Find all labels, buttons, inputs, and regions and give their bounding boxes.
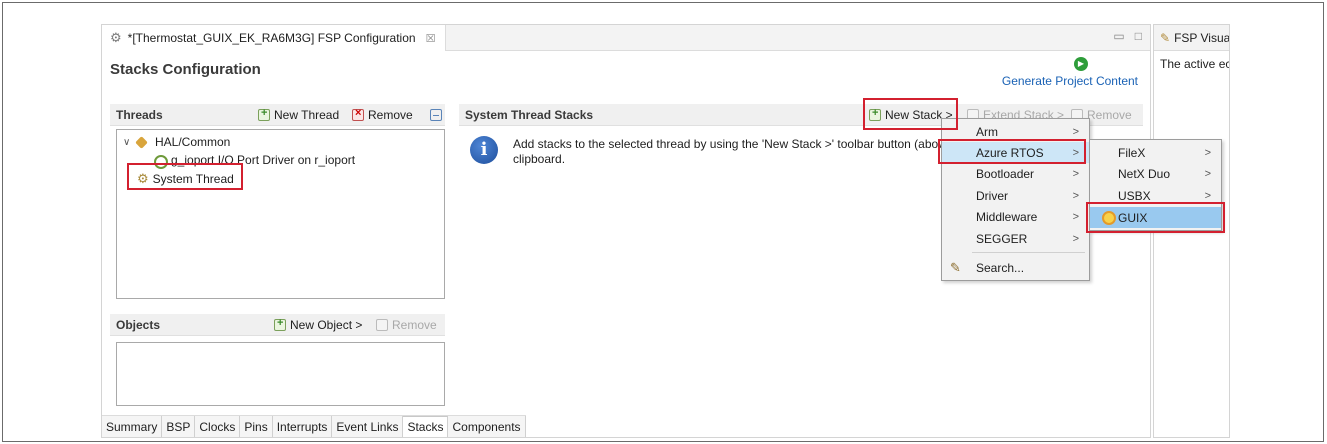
objects-list <box>116 342 445 406</box>
menu-item-filex[interactable]: FileX > <box>1090 142 1221 163</box>
menu-item-netx-duo[interactable]: NetX Duo > <box>1090 163 1221 184</box>
remove-thread-label: Remove <box>368 107 413 122</box>
plug-icon: ✎ <box>950 259 961 275</box>
chevron-right-icon: > <box>1072 232 1079 245</box>
page-title: Stacks Configuration <box>110 61 261 78</box>
tree-item-hal-common[interactable]: ∨ HAL/Common <box>123 135 230 149</box>
new-object-button[interactable]: New Object > <box>274 317 363 332</box>
fsp-visualization-tab-label: FSP Visua <box>1174 30 1230 45</box>
menu-item-label: FileX <box>1118 145 1146 160</box>
tab-clocks[interactable]: Clocks <box>195 416 241 437</box>
tab-stacks[interactable]: Stacks <box>403 416 449 437</box>
minimize-button[interactable]: ▭ <box>1113 29 1124 43</box>
threads-title: Threads <box>116 107 163 122</box>
stacks-info-line-2: clipboard. <box>513 152 566 166</box>
stacks-title: System Thread Stacks <box>465 107 594 122</box>
tab-summary[interactable]: Summary <box>102 416 163 437</box>
highlight-guix <box>1086 202 1225 233</box>
wrench-icon: ✎ <box>1160 30 1171 45</box>
menu-item-segger[interactable]: SEGGER > <box>942 228 1089 249</box>
new-thread-button[interactable]: New Thread <box>258 107 340 122</box>
tree-item-label: HAL/Common <box>155 135 231 149</box>
gear-icon: ⚙ <box>110 30 122 45</box>
menu-item-label: SEGGER <box>976 231 1028 246</box>
menu-separator <box>972 252 1085 253</box>
menu-item-label: Search... <box>976 260 1025 275</box>
add-icon <box>274 317 286 331</box>
editor-tab-title: *[Thermostat_GUIX_EK_RA6M3G] FSP Configu… <box>127 31 416 45</box>
fsp-visualization-tab[interactable]: ✎ FSP Visua <box>1154 25 1229 51</box>
tab-pins[interactable]: Pins <box>240 416 273 437</box>
chevron-right-icon: > <box>1072 210 1079 223</box>
tab-bsp[interactable]: BSP <box>162 416 196 437</box>
chevron-right-icon: > <box>1204 189 1211 202</box>
remove-thread-button[interactable]: Remove <box>352 107 413 122</box>
page-header: Stacks Configuration ▶ Generate Project … <box>102 52 1150 102</box>
menu-item-driver[interactable]: Driver > <box>942 185 1089 206</box>
remove-icon <box>352 107 364 121</box>
threads-header: Threads New Thread Remove <box>110 104 445 126</box>
highlight-azure-rtos <box>938 139 1086 164</box>
info-icon: i <box>470 136 498 164</box>
chevron-down-icon[interactable]: ∨ <box>123 137 133 148</box>
editor-tab-bar: ⚙ *[Thermostat_GUIX_EK_RA6M3G] FSP Confi… <box>102 25 1150 51</box>
new-thread-label: New Thread <box>274 107 340 122</box>
bottom-tab-bar: Summary BSP Clocks Pins Interrupts Event… <box>102 415 526 437</box>
tab-event-links[interactable]: Event Links <box>332 416 404 437</box>
maximize-button[interactable]: □ <box>1135 29 1142 43</box>
menu-item-middleware[interactable]: Middleware > <box>942 206 1089 227</box>
hal-icon <box>137 136 151 148</box>
chevron-right-icon: > <box>1072 125 1079 138</box>
play-icon[interactable]: ▶ <box>1074 57 1088 71</box>
tab-components[interactable]: Components <box>448 416 526 437</box>
collapse-all-icon[interactable] <box>430 108 442 121</box>
remove-icon <box>376 318 388 331</box>
add-icon <box>258 107 270 121</box>
stacks-info-line-1: Add stacks to the selected thread by usi… <box>513 137 951 151</box>
menu-item-label: USBX <box>1118 188 1151 203</box>
remove-stack-label: Remove <box>1087 107 1132 122</box>
editor-tab[interactable]: ⚙ *[Thermostat_GUIX_EK_RA6M3G] FSP Confi… <box>102 25 447 51</box>
objects-title: Objects <box>116 317 161 332</box>
menu-item-label: Driver <box>976 188 1008 203</box>
fsp-visualization-body: The active ec <box>1160 57 1230 71</box>
highlight-system-thread <box>127 163 243 190</box>
generate-project-content-link[interactable]: Generate Project Content <box>1002 74 1138 88</box>
menu-item-bootloader[interactable]: Bootloader > <box>942 163 1089 184</box>
chevron-right-icon: > <box>1072 167 1079 180</box>
menu-item-label: Bootloader <box>976 166 1035 181</box>
window-buttons: ▭ □ <box>1113 29 1142 43</box>
threads-tree: ∨ HAL/Common g_ioport I/O Port Driver on… <box>116 129 445 299</box>
menu-item-label: Middleware <box>976 209 1038 224</box>
remove-object-label: Remove <box>392 317 437 332</box>
tab-interrupts[interactable]: Interrupts <box>272 416 333 437</box>
objects-header: Objects New Object > Remove <box>110 314 445 336</box>
highlight-new-stack <box>863 98 958 130</box>
chevron-right-icon: > <box>1204 167 1211 180</box>
remove-object-button[interactable]: Remove <box>376 318 437 332</box>
chevron-right-icon: > <box>1072 189 1079 202</box>
menu-item-search[interactable]: ✎ Search... <box>942 257 1089 278</box>
new-object-label: New Object > <box>290 317 363 332</box>
chevron-right-icon: > <box>1204 146 1211 159</box>
menu-item-label: NetX Duo <box>1118 166 1171 181</box>
close-icon[interactable]: ☒ <box>426 32 436 45</box>
menu-item-label: Arm <box>976 124 998 139</box>
